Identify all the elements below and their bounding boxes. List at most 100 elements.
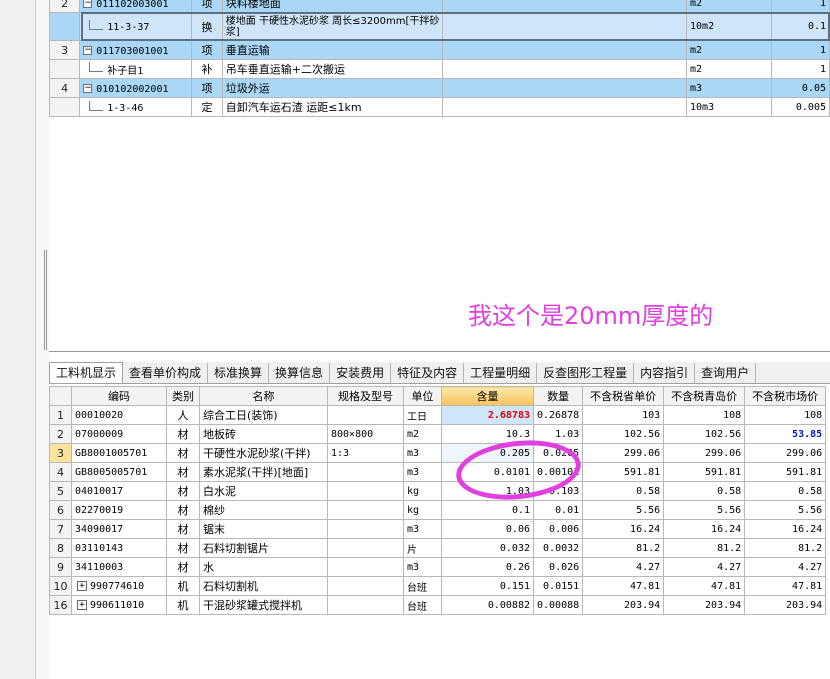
material-name[interactable]: 干硬性水泥砂浆(干拌) (199, 443, 328, 463)
item-row[interactable]: 补子目1 补吊车垂直运输+二次搬运 m2 1 (49, 59, 830, 79)
item-unit[interactable]: 10m2 (686, 12, 773, 41)
material-unit[interactable]: kg (403, 500, 442, 520)
material-quantity[interactable]: 0.26878 (532, 405, 584, 425)
material-spec[interactable] (327, 481, 404, 501)
material-row[interactable]: 8 03110143 材石料切割锯片片 0.032 0.0032 81.2 81.2 81.2 (49, 538, 827, 558)
item-feature[interactable] (442, 59, 688, 79)
material-content[interactable]: 1.03 (441, 481, 534, 501)
material-name[interactable]: 综合工日(装饰) (199, 405, 328, 425)
material-unit[interactable]: m3 (403, 557, 442, 577)
material-category[interactable]: 材 (166, 462, 200, 482)
tab-3[interactable]: 标准换算 (208, 363, 270, 383)
item-feature[interactable] (442, 12, 688, 41)
material-unit[interactable]: kg (403, 481, 442, 501)
material-spec[interactable] (327, 405, 404, 425)
material-row[interactable]: 10 +990774610 机石料切割机 台班 0.151 0.0151 47.81 47.8… (49, 576, 827, 596)
material-name[interactable]: 干混砂浆罐式搅拌机 (199, 595, 328, 615)
column-header[interactable]: 名称 (199, 386, 328, 406)
item-unit[interactable]: m3 (686, 78, 773, 98)
item-unit[interactable]: 10m3 (686, 97, 773, 117)
provincial-price[interactable]: 103 (582, 405, 665, 425)
qingdao-price[interactable]: 108 (663, 405, 746, 425)
market-price[interactable]: 203.94 (744, 595, 827, 615)
item-unit[interactable]: m2 (686, 40, 773, 60)
material-content[interactable]: 0.1 (441, 500, 534, 520)
row-number[interactable]: 5 (49, 481, 72, 501)
material-name[interactable]: 地板砖 (199, 424, 328, 444)
material-content[interactable]: 0.00882 (441, 595, 534, 615)
market-price[interactable]: 108 (744, 405, 827, 425)
market-price[interactable]: 81.2 (744, 538, 827, 558)
item-feature[interactable] (442, 78, 688, 98)
material-unit[interactable]: 台班 (403, 576, 442, 596)
column-header[interactable]: 含量 (441, 386, 534, 406)
material-content[interactable]: 10.3 (441, 424, 534, 444)
material-category[interactable]: 机 (166, 576, 200, 596)
item-name[interactable]: 楼地面 干硬性水泥砂浆 周长≤3200mm[干拌砂浆] (221, 12, 444, 41)
item-code-cell[interactable]: 11-3-37 (79, 12, 193, 41)
tab-5[interactable]: 安装费用 (330, 363, 392, 383)
item-unit[interactable]: m2 (686, 59, 773, 79)
row-number[interactable]: 1 (49, 405, 72, 425)
item-feature[interactable] (442, 0, 688, 13)
material-code-cell[interactable]: GB8001005701 (71, 443, 167, 463)
item-quantity[interactable]: 1 (771, 40, 830, 60)
material-unit[interactable]: m2 (403, 424, 442, 444)
material-category[interactable]: 材 (166, 519, 200, 539)
material-name[interactable]: 白水泥 (199, 481, 328, 501)
material-content[interactable]: 0.205 (441, 443, 534, 463)
material-spec[interactable] (327, 595, 404, 615)
material-category[interactable]: 材 (166, 424, 200, 444)
tab-6[interactable]: 特征及内容 (391, 363, 465, 383)
material-name[interactable]: 棉纱 (199, 500, 328, 520)
column-header[interactable] (49, 386, 72, 406)
item-quantity[interactable]: 1 (771, 0, 830, 13)
qingdao-price[interactable]: 102.56 (663, 424, 746, 444)
material-quantity[interactable]: 0.103 (532, 481, 584, 501)
qingdao-price[interactable]: 16.24 (663, 519, 746, 539)
market-price[interactable]: 299.06 (744, 443, 827, 463)
item-type[interactable]: 换 (191, 12, 223, 41)
item-quantity[interactable]: 0.05 (771, 78, 830, 98)
material-category[interactable]: 材 (166, 481, 200, 501)
item-type[interactable]: 项 (191, 78, 223, 98)
material-code-cell[interactable]: 02270019 (71, 500, 167, 520)
tab-8[interactable]: 反查图形工程量 (537, 363, 635, 383)
item-code-cell[interactable]: −011102003001 (79, 0, 193, 13)
material-row[interactable]: 2 07000009 材地板砖 800×800 m2 10.3 1.03 102.56 102.… (49, 424, 827, 444)
tab-2[interactable]: 查看单价构成 (123, 363, 209, 383)
row-number[interactable] (49, 97, 81, 117)
column-header[interactable]: 单位 (403, 386, 442, 406)
material-code-cell[interactable]: 34110003 (71, 557, 167, 577)
collapse-icon[interactable]: − (83, 84, 93, 93)
material-quantity[interactable]: 0.0032 (532, 538, 584, 558)
qingdao-price[interactable]: 0.58 (663, 481, 746, 501)
item-quantity[interactable]: 0.1 (771, 12, 830, 41)
row-number[interactable]: 16 (49, 595, 72, 615)
material-unit[interactable]: 工日 (403, 405, 442, 425)
market-price[interactable]: 0.58 (744, 481, 827, 501)
column-header[interactable]: 不含税市场价 (744, 386, 827, 406)
market-price[interactable]: 4.27 (744, 557, 827, 577)
column-header[interactable]: 规格及型号 (327, 386, 404, 406)
material-code-cell[interactable]: 00010020 (71, 405, 167, 425)
qingdao-price[interactable]: 4.27 (663, 557, 746, 577)
market-price[interactable]: 591.81 (744, 462, 827, 482)
material-row[interactable]: 1 00010020 人综合工日(装饰) 工日 2.68783 0.26878 103 108… (49, 405, 827, 425)
item-name[interactable]: 吊车垂直运输+二次搬运 (221, 59, 444, 79)
column-header[interactable]: 不含税青岛价 (663, 386, 746, 406)
provincial-price[interactable]: 299.06 (582, 443, 665, 463)
provincial-price[interactable]: 591.81 (582, 462, 665, 482)
item-name[interactable]: 自卸汽车运石渣 运距≤1km (221, 97, 444, 117)
item-row[interactable]: 4−010102002001 项垃圾外运 m3 0.05 (49, 78, 830, 98)
material-name[interactable]: 水 (199, 557, 328, 577)
item-feature[interactable] (442, 97, 688, 117)
tab-9[interactable]: 内容指引 (634, 363, 696, 383)
item-row[interactable]: 1-3-46 定自卸汽车运石渣 运距≤1km 10m3 0.005 (49, 97, 830, 117)
row-number[interactable]: 2 (49, 0, 81, 13)
material-unit[interactable]: m3 (403, 519, 442, 539)
material-quantity[interactable]: 1.03 (532, 424, 584, 444)
row-number[interactable]: 8 (49, 538, 72, 558)
material-spec[interactable]: 1:3 (327, 443, 404, 463)
material-category[interactable]: 材 (166, 557, 200, 577)
